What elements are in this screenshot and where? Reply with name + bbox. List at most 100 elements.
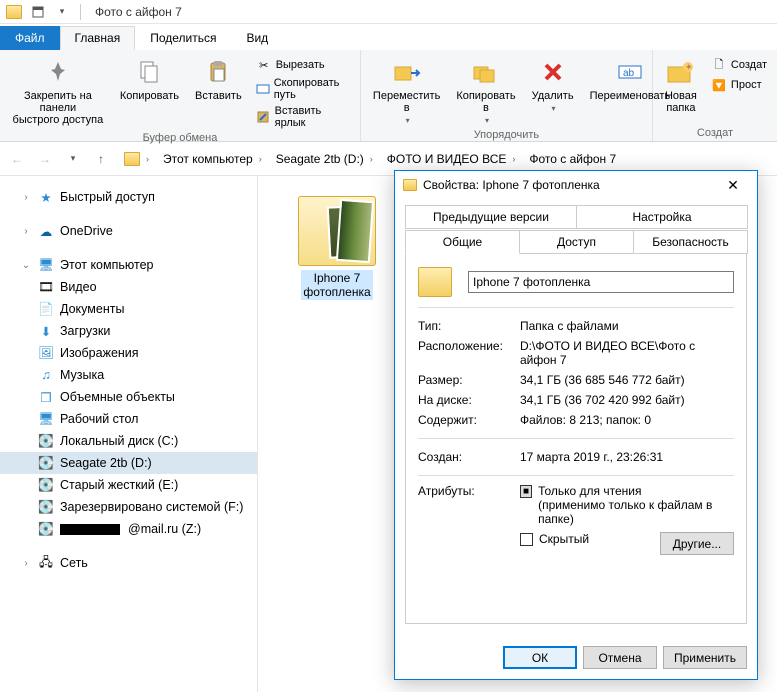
close-button[interactable]: ✕: [713, 173, 753, 197]
tab-general[interactable]: Общие: [405, 230, 520, 254]
address-bar[interactable]: › Этот компьютер› Seagate 2tb (D:)› ФОТО…: [118, 147, 622, 171]
tab-home[interactable]: Главная: [60, 26, 136, 50]
ok-button[interactable]: ОК: [503, 646, 577, 669]
nav-disk-c[interactable]: 💽Локальный диск (C:): [0, 430, 257, 452]
tab-file[interactable]: Файл: [0, 26, 60, 50]
contains-value: Файлов: 8 213; папок: 0: [520, 413, 734, 427]
created-label: Создан:: [418, 450, 520, 464]
checkbox-icon: ■: [520, 485, 532, 498]
drive-icon: 💽: [38, 455, 54, 471]
new-item-button[interactable]: 🗋Создат: [709, 56, 769, 74]
svg-text:✦: ✦: [685, 62, 693, 72]
big-folder-icon: [418, 267, 452, 297]
properties-dialog: Свойства: Iphone 7 фотопленка ✕ Предыдущ…: [394, 170, 758, 680]
group-create-label: Создат: [661, 125, 769, 139]
tab-security[interactable]: Безопасность: [633, 230, 748, 254]
group-clipboard-label: Буфер обмена: [8, 130, 352, 144]
new-folder-button[interactable]: ✦ Новая папка: [661, 54, 701, 116]
copy-to-button[interactable]: Копировать в: [452, 54, 519, 127]
folder-thumbnail: [298, 196, 376, 266]
pictures-icon: 🖼: [38, 345, 54, 361]
up-button[interactable]: ↑: [90, 148, 112, 170]
recent-locations-button[interactable]: ▾: [62, 148, 84, 170]
nav-quick-access[interactable]: ›★Быстрый доступ: [0, 186, 257, 208]
paste-button[interactable]: Вставить: [191, 54, 246, 104]
paste-shortcut-button[interactable]: Вставить ярлык: [254, 104, 352, 130]
tab-customize[interactable]: Настройка: [576, 205, 748, 229]
qat-dropdown-icon[interactable]: ▾: [52, 2, 72, 22]
qat-overflow-icon[interactable]: [28, 2, 48, 22]
nav-pictures[interactable]: 🖼Изображения: [0, 342, 257, 364]
crumb-drive[interactable]: Seagate 2tb (D:): [276, 152, 364, 166]
copy-path-button[interactable]: Скопировать путь: [254, 76, 352, 102]
type-label: Тип:: [418, 319, 520, 333]
tab-panel-general: Тип:Папка с файлами Расположение:D:\ФОТО…: [405, 252, 747, 624]
hidden-checkbox[interactable]: Скрытый Другие...: [520, 532, 734, 555]
apply-button[interactable]: Применить: [663, 646, 747, 669]
nav-music[interactable]: ♫Музыка: [0, 364, 257, 386]
folder-name-input[interactable]: [468, 271, 734, 293]
pin-icon: [42, 56, 74, 88]
cut-button[interactable]: ✂Вырезать: [254, 56, 352, 74]
video-icon: 🎞: [38, 279, 54, 295]
nav-downloads[interactable]: ⬇Загрузки: [0, 320, 257, 342]
nav-disk-f[interactable]: 💽Зарезервировано системой (F:): [0, 496, 257, 518]
forward-button[interactable]: →: [34, 148, 56, 170]
nav-desktop[interactable]: 🖥Рабочий стол: [0, 408, 257, 430]
checkbox-icon: [520, 533, 533, 546]
ribbon: Закрепить на панели быстрого доступа Коп…: [0, 50, 777, 142]
nav-onedrive[interactable]: ›☁OneDrive: [0, 220, 257, 242]
contains-label: Содержит:: [418, 413, 520, 427]
ribbon-tabs: Файл Главная Поделиться Вид: [0, 24, 777, 50]
folder-icon: [4, 2, 24, 22]
nav-this-pc[interactable]: ⌄🖥Этот компьютер: [0, 254, 257, 276]
path-icon: [256, 81, 270, 97]
crumb-folder-2[interactable]: Фото с айфон 7: [529, 152, 616, 166]
nav-documents[interactable]: 📄Документы: [0, 298, 257, 320]
nav-video[interactable]: 🎞Видео: [0, 276, 257, 298]
tab-view[interactable]: Вид: [231, 26, 283, 50]
monitor-icon: 🖥: [38, 257, 54, 273]
size-on-disk-label: На диске:: [418, 393, 520, 407]
paste-icon: [202, 56, 234, 88]
cancel-button[interactable]: Отмена: [583, 646, 657, 669]
crumb-folder-1[interactable]: ФОТО И ВИДЕО ВСЕ: [387, 152, 507, 166]
folder-icon: [403, 179, 417, 191]
tab-share[interactable]: Поделиться: [135, 26, 231, 50]
location-value: D:\ФОТО И ВИДЕО ВСЕ\Фото с айфон 7: [520, 339, 734, 367]
move-to-button[interactable]: Переместить в: [369, 54, 444, 127]
drive-icon: 💽: [38, 499, 54, 515]
easy-access-button[interactable]: 🔽Прост: [709, 76, 769, 94]
nav-disk-d[interactable]: 💽Seagate 2tb (D:): [0, 452, 257, 474]
easy-access-icon: 🔽: [711, 77, 727, 93]
attributes-label: Атрибуты:: [418, 484, 520, 561]
delete-button[interactable]: Удалить: [528, 54, 578, 115]
folder-caption: Iphone 7 фотопленка: [301, 270, 372, 300]
tab-previous-versions[interactable]: Предыдущие версии: [405, 205, 577, 229]
created-value: 17 марта 2019 г., 23:26:31: [520, 450, 734, 464]
readonly-checkbox[interactable]: ■ Только для чтения(применимо только к ф…: [520, 484, 734, 526]
pin-button[interactable]: Закрепить на панели быстрого доступа: [8, 54, 108, 128]
crumb-this-pc[interactable]: Этот компьютер: [163, 152, 253, 166]
copy-button[interactable]: Копировать: [116, 54, 183, 104]
nav-network[interactable]: ›🖧Сеть: [0, 552, 257, 574]
dialog-titlebar[interactable]: Свойства: Iphone 7 фотопленка ✕: [395, 171, 757, 199]
nav-disk-e[interactable]: 💽Старый жесткий (E:): [0, 474, 257, 496]
cube-icon: ❒: [38, 389, 54, 405]
group-organize-label: Упорядочить: [369, 127, 644, 141]
tab-sharing[interactable]: Доступ: [519, 230, 634, 254]
back-button[interactable]: ←: [6, 148, 28, 170]
desktop-icon: 🖥: [38, 411, 54, 427]
advanced-button[interactable]: Другие...: [660, 532, 734, 555]
size-on-disk-value: 34,1 ГБ (36 702 420 992 байт): [520, 393, 734, 407]
copy-to-icon: [470, 56, 502, 88]
type-value: Папка с файлами: [520, 319, 734, 333]
music-icon: ♫: [38, 367, 54, 383]
nav-3d-objects[interactable]: ❒Объемные объекты: [0, 386, 257, 408]
drive-icon: 💽: [38, 433, 54, 449]
nav-disk-z[interactable]: 💽@mail.ru (Z:): [0, 518, 257, 540]
star-icon: ★: [38, 189, 54, 205]
redacted-text: [60, 524, 120, 535]
dialog-tabs: Предыдущие версии Настройка Общие Доступ…: [405, 205, 747, 624]
folder-item[interactable]: Iphone 7 фотопленка: [282, 196, 392, 300]
